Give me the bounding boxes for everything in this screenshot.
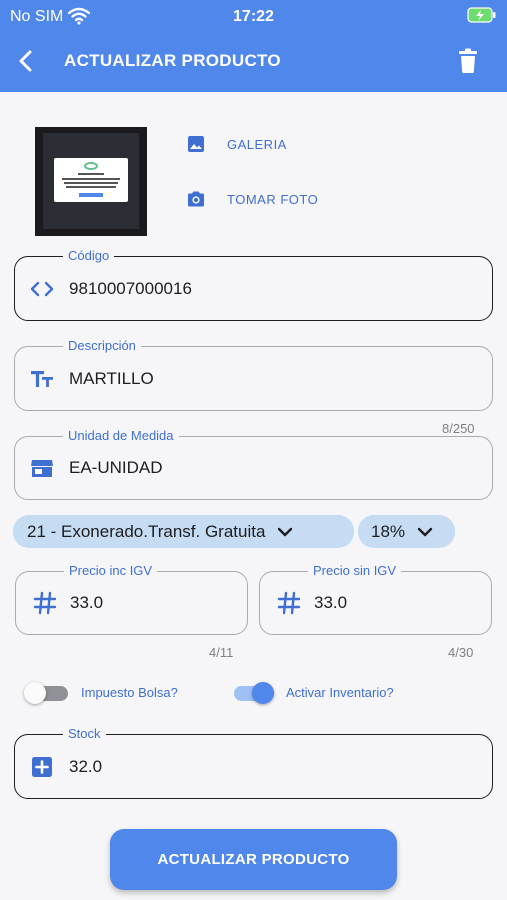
delete-trash-icon[interactable] (457, 48, 479, 74)
take-photo-label: TOMAR FOTO (227, 191, 319, 207)
app-bar: No SIM 17:22 ACTUALIZAR PRODUCTO (0, 0, 507, 92)
back-arrow-icon[interactable] (14, 48, 40, 74)
description-field-label: Descripción (63, 338, 141, 354)
stock-field-label: Stock (63, 726, 106, 742)
gallery-button[interactable]: GALERIA (187, 132, 287, 156)
unit-value: EA-UNIDAD (69, 458, 163, 477)
description-char-counter: 8/250 (442, 421, 475, 436)
hash-icon (33, 591, 57, 615)
tax-affectation-value: 21 - Exonerado.Transf. Gratuita (27, 521, 266, 541)
tax-affectation-dropdown[interactable]: 21 - Exonerado.Transf. Gratuita (13, 515, 354, 548)
code-icon (30, 281, 54, 296)
price-sin-igv-value: 33.0 (314, 593, 348, 612)
chevron-down-icon (417, 527, 433, 536)
price-inc-igv-field[interactable]: Precio inc IGV 33.0 (15, 563, 248, 635)
battery-charging-icon (467, 7, 496, 23)
activar-inventario-label: Activar Inventario? (286, 685, 394, 700)
price-sin-igv-field[interactable]: Precio sin IGV 33.0 (259, 563, 492, 635)
update-product-button[interactable]: ACTUALIZAR PRODUCTO (110, 829, 397, 890)
price-inc-igv-value: 33.0 (70, 593, 104, 612)
chevron-down-icon (278, 527, 293, 536)
stock-field[interactable]: Stock 32.0 (14, 726, 493, 799)
camera-icon (188, 191, 204, 207)
page-title: ACTUALIZAR PRODUCTO (64, 51, 281, 70)
impuesto-bolsa-toggle[interactable]: Impuesto Bolsa? (24, 682, 194, 704)
description-value: MARTILLO (69, 368, 154, 388)
status-bar: No SIM 17:22 (0, 6, 507, 28)
toggle-knob (24, 682, 46, 704)
code-field-label: Código (63, 248, 115, 264)
store-icon (31, 460, 53, 477)
price-sin-igv-counter: 4/30 (448, 645, 474, 660)
product-image-thumbnail[interactable] (35, 127, 147, 236)
image-icon (188, 136, 204, 152)
gallery-label: GALERIA (227, 136, 287, 152)
app-screen: No SIM 17:22 ACTUALIZAR PRODUCTO GALERIA… (0, 0, 507, 900)
stock-value: 32.0 (69, 756, 103, 776)
price-inc-igv-counter: 4/11 (209, 645, 234, 660)
activar-inventario-toggle[interactable]: Activar Inventario? (232, 682, 412, 704)
description-field[interactable]: Descripción MARTILLO (14, 338, 493, 411)
toggle-knob (252, 682, 274, 704)
price-inc-igv-label: Precio inc IGV (64, 563, 158, 579)
code-field[interactable]: Código 9810007000016 (14, 248, 493, 321)
text-format-icon (31, 370, 53, 387)
igv-rate-dropdown[interactable]: 18% (358, 515, 455, 548)
igv-rate-value: 18% (371, 521, 406, 541)
take-photo-button[interactable]: TOMAR FOTO (187, 187, 318, 211)
code-value: 9810007000016 (69, 278, 192, 298)
add-box-icon (32, 756, 52, 777)
impuesto-bolsa-label: Impuesto Bolsa? (81, 685, 178, 700)
hash-icon (277, 591, 301, 615)
unit-of-measure-field[interactable]: Unidad de Medida EA-UNIDAD (14, 428, 493, 500)
price-sin-igv-label: Precio sin IGV (308, 563, 402, 579)
clock: 17:22 (233, 8, 274, 25)
unit-field-label: Unidad de Medida (63, 428, 179, 444)
